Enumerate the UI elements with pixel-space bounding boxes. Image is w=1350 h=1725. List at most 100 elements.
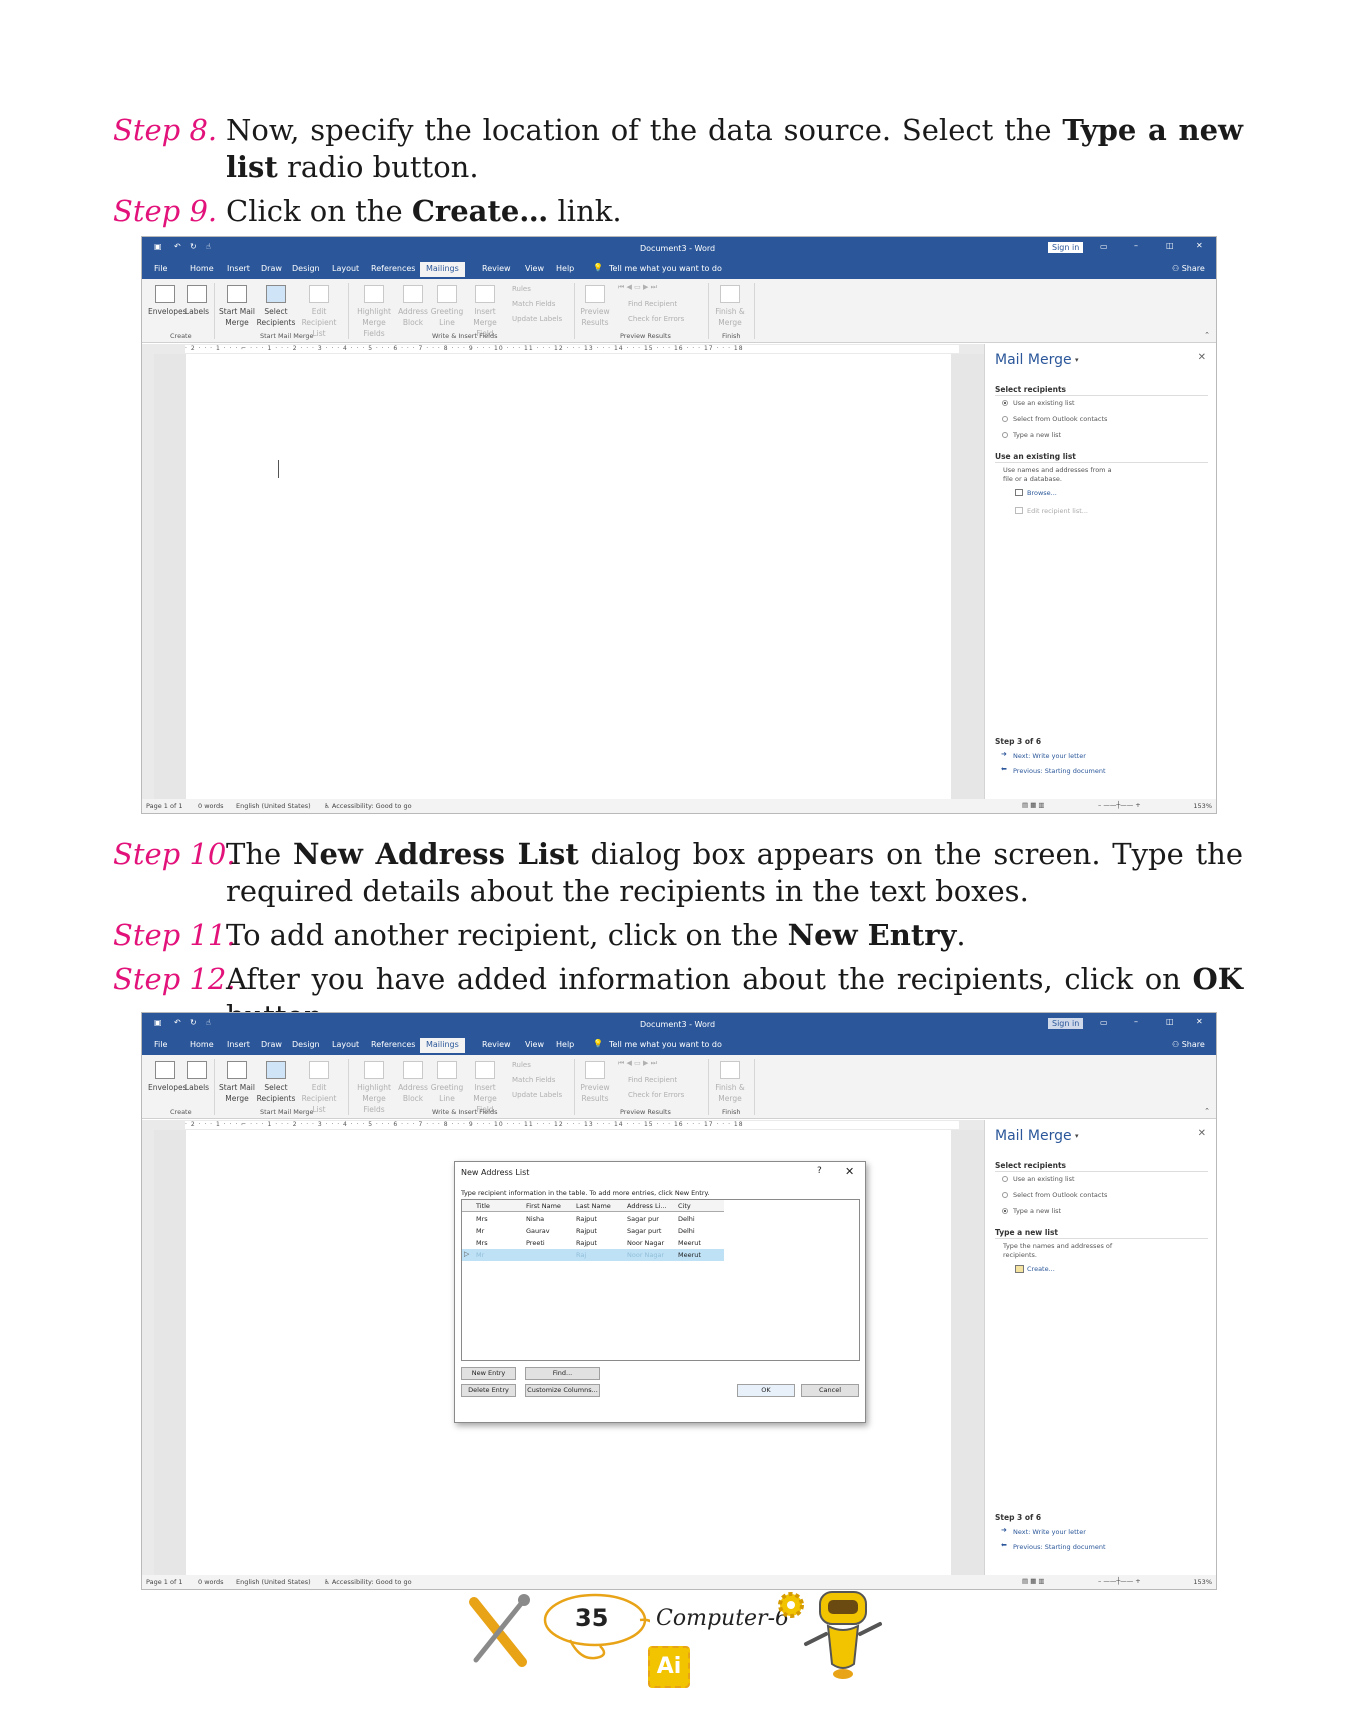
- rules-button[interactable]: Rules: [512, 285, 531, 293]
- finish-merge-button[interactable]: Finish & Merge: [712, 1061, 748, 1104]
- tab-mailings[interactable]: Mailings: [420, 262, 465, 277]
- start-mail-merge-button[interactable]: Start Mail Merge: [218, 1061, 256, 1104]
- preview-results-button[interactable]: Preview Results: [578, 1061, 612, 1104]
- tab-review[interactable]: Review: [482, 1040, 511, 1049]
- accessibility-status[interactable]: ♿ Accessibility: Good to go: [324, 1578, 412, 1586]
- cell-last-name[interactable]: Rajput: [576, 1239, 597, 1247]
- start-mail-merge-button[interactable]: Start Mail Merge: [218, 285, 256, 328]
- tab-design[interactable]: Design: [292, 1040, 320, 1049]
- page-count[interactable]: Page 1 of 1: [146, 802, 182, 810]
- find-recipient-button[interactable]: Find Recipient: [628, 1076, 677, 1084]
- accessibility-status[interactable]: ♿ Accessibility: Good to go: [324, 802, 412, 810]
- check-errors-button[interactable]: Check for Errors: [628, 1091, 684, 1099]
- tab-layout[interactable]: Layout: [332, 264, 359, 273]
- cell-last-name[interactable]: Rajput: [576, 1215, 597, 1223]
- tab-help[interactable]: Help: [556, 1040, 574, 1049]
- find-recipient-button[interactable]: Find Recipient: [628, 300, 677, 308]
- column-header-address[interactable]: Address Li...: [627, 1202, 667, 1210]
- tab-draw[interactable]: Draw: [261, 1040, 282, 1049]
- preview-results-button[interactable]: Preview Results: [578, 285, 612, 328]
- envelopes-button[interactable]: Envelopes: [148, 285, 187, 317]
- language[interactable]: English (United States): [236, 1578, 311, 1586]
- rules-button[interactable]: Rules: [512, 1061, 531, 1069]
- tab-home[interactable]: Home: [190, 1040, 214, 1049]
- sign-in-button[interactable]: Sign in: [1048, 242, 1084, 253]
- cell-title[interactable]: Mrs: [476, 1215, 488, 1223]
- save-icon[interactable]: ▣: [154, 242, 162, 251]
- cell-last-name[interactable]: Rajput: [576, 1227, 597, 1235]
- previous-step-link[interactable]: Previous: Starting document: [1013, 1543, 1106, 1551]
- next-step-link[interactable]: Next: Write your letter: [1013, 752, 1086, 760]
- touch-mode-icon[interactable]: ☝: [206, 1018, 211, 1027]
- browse-link[interactable]: Browse...: [1027, 489, 1057, 497]
- language[interactable]: English (United States): [236, 802, 311, 810]
- zoom-slider[interactable]: – ——┼—— +: [1098, 801, 1141, 809]
- next-step-link[interactable]: Next: Write your letter: [1013, 1528, 1086, 1536]
- view-icons[interactable]: ▤ ▦ ▥: [1022, 1577, 1045, 1585]
- greeting-line-button[interactable]: Greeting Line: [430, 1061, 464, 1104]
- column-header-last-name[interactable]: Last Name: [576, 1202, 611, 1210]
- create-link[interactable]: Create...: [1027, 1265, 1055, 1273]
- find-button[interactable]: Find...: [525, 1367, 600, 1380]
- cell-title[interactable]: Mr: [476, 1227, 484, 1235]
- finish-merge-button[interactable]: Finish & Merge: [712, 285, 748, 328]
- radio-type-new-list[interactable]: [1002, 432, 1008, 438]
- cell-title[interactable]: Mr: [476, 1251, 484, 1259]
- minimize-icon[interactable]: –: [1134, 1017, 1138, 1026]
- tab-insert[interactable]: Insert: [227, 1040, 250, 1049]
- help-icon[interactable]: ?: [817, 1166, 822, 1176]
- restore-icon[interactable]: ◫: [1166, 241, 1174, 250]
- labels-button[interactable]: Labels: [184, 1061, 210, 1093]
- word-count[interactable]: 0 words: [198, 802, 224, 810]
- edit-recipient-list-link[interactable]: Edit recipient list...: [1027, 507, 1088, 515]
- tab-file[interactable]: File: [154, 264, 167, 273]
- zoom-level[interactable]: 153%: [1193, 1578, 1212, 1586]
- highlight-merge-fields-button[interactable]: Highlight Merge Fields: [352, 1061, 396, 1115]
- tell-me-box[interactable]: Tell me what you want to do: [609, 264, 722, 273]
- zoom-level[interactable]: 153%: [1193, 802, 1212, 810]
- cell-title[interactable]: Mrs: [476, 1239, 488, 1247]
- tab-insert[interactable]: Insert: [227, 264, 250, 273]
- delete-entry-button[interactable]: Delete Entry: [461, 1384, 516, 1397]
- touch-mode-icon[interactable]: ☝: [206, 242, 211, 251]
- cell-city[interactable]: Meerut: [678, 1251, 701, 1259]
- undo-icon[interactable]: ↶: [174, 242, 181, 251]
- pane-options-icon[interactable]: ▾: [1075, 1132, 1079, 1140]
- ribbon-display-icon[interactable]: ▭: [1100, 242, 1108, 251]
- highlight-merge-fields-button[interactable]: Highlight Merge Fields: [352, 285, 396, 339]
- ribbon-display-icon[interactable]: ▭: [1100, 1018, 1108, 1027]
- tell-me-box[interactable]: Tell me what you want to do: [609, 1040, 722, 1049]
- cancel-button[interactable]: Cancel: [801, 1384, 859, 1397]
- cell-first-name[interactable]: Gaurav: [526, 1227, 550, 1235]
- radio-outlook-contacts[interactable]: [1002, 1192, 1008, 1198]
- match-fields-button[interactable]: Match Fields: [512, 1076, 555, 1084]
- labels-button[interactable]: Labels: [184, 285, 210, 317]
- cell-city[interactable]: Delhi: [678, 1215, 695, 1223]
- close-icon[interactable]: ✕: [1196, 1017, 1203, 1026]
- radio-type-new-list[interactable]: [1002, 1208, 1008, 1214]
- tab-references[interactable]: References: [371, 264, 415, 273]
- table-row-selected[interactable]: ▷ Mr Raj Noor Nagar Meerut: [462, 1249, 724, 1261]
- cell-first-name[interactable]: Preeti: [526, 1239, 545, 1247]
- table-row[interactable]: Mr Gaurav Rajput Sagar purt Delhi: [462, 1225, 724, 1237]
- check-errors-button[interactable]: Check for Errors: [628, 315, 684, 323]
- pane-options-icon[interactable]: ▾: [1075, 356, 1079, 364]
- customize-columns-button[interactable]: Customize Columns...: [525, 1384, 600, 1397]
- share-button[interactable]: ⚇ Share: [1172, 1040, 1205, 1049]
- tab-references[interactable]: References: [371, 1040, 415, 1049]
- record-navigator[interactable]: ⏮ ◀ ▭ ▶ ⏭: [618, 1059, 657, 1068]
- collapse-ribbon-icon[interactable]: ⌃: [1204, 1107, 1210, 1115]
- undo-icon[interactable]: ↶: [174, 1018, 181, 1027]
- share-button[interactable]: ⚇ Share: [1172, 264, 1205, 273]
- page-count[interactable]: Page 1 of 1: [146, 1578, 182, 1586]
- table-row[interactable]: Mrs Nisha Rajput Sagar pur Delhi: [462, 1213, 724, 1225]
- redo-icon[interactable]: ↻: [190, 1018, 197, 1027]
- tab-layout[interactable]: Layout: [332, 1040, 359, 1049]
- pane-close-icon[interactable]: ✕: [1198, 1128, 1206, 1139]
- sign-in-button[interactable]: Sign in: [1048, 1018, 1084, 1029]
- close-icon[interactable]: ✕: [1196, 241, 1203, 250]
- tab-review[interactable]: Review: [482, 264, 511, 273]
- address-block-button[interactable]: Address Block: [396, 285, 430, 328]
- tab-mailings[interactable]: Mailings: [420, 1038, 465, 1053]
- table-row[interactable]: Mrs Preeti Rajput Noor Nagar Meerut: [462, 1237, 724, 1249]
